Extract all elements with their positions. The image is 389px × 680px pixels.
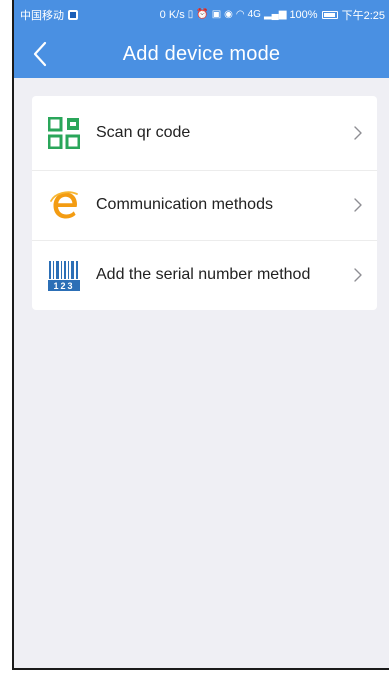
battery-percent: 100% [289,9,318,21]
app-screen: 中国移动 0 K/s ▯ ⏰ ▣ ◉ ◠ 4G ▂▄▆ 100% 下午2:25 [12,0,389,670]
page-title: Add device mode [122,42,281,65]
add-method-list: Scan qr code Communication methods 123 A… [32,96,377,310]
communication-methods-item[interactable]: Communication methods [32,170,377,240]
chevron-right-icon [354,198,362,212]
serial-number-method-item[interactable]: 123 Add the serial number method [32,240,377,310]
notification-icon [68,10,78,20]
scan-qr-code-label: Scan qr code [96,124,191,141]
signal-icon: ▂▄▆ [263,9,287,20]
carrier-name: 中国移动 [20,10,64,22]
vibrate-icon: ▯ [187,9,194,20]
chevron-right-icon [354,268,362,282]
eye-icon: ◉ [224,9,233,20]
network-speed: 0 K/s [159,9,185,21]
ie-browser-icon [46,187,82,223]
navigation-bar: Add device mode [14,30,389,78]
status-left: 中国移动 [20,7,78,23]
communication-methods-label: Communication methods [96,196,273,213]
svg-text:123: 123 [53,281,74,291]
hd-icon: ▣ [211,9,222,20]
scan-qr-code-item[interactable]: Scan qr code [32,96,377,170]
clock-time: 下午2:25 [341,10,385,22]
status-bar: 中国移动 0 K/s ▯ ⏰ ▣ ◉ ◠ 4G ▂▄▆ 100% 下午2:25 [14,0,389,30]
wifi-icon: ◠ [235,9,245,20]
back-button[interactable] [24,38,56,70]
device-frame: 中国移动 0 K/s ▯ ⏰ ▣ ◉ ◠ 4G ▂▄▆ 100% 下午2:25 [0,0,389,680]
chevron-left-icon [33,41,47,67]
alarm-icon: ⏰ [196,9,209,20]
serial-number-method-label: Add the serial number method [96,266,311,283]
status-right: 0 K/s ▯ ⏰ ▣ ◉ ◠ 4G ▂▄▆ 100% 下午2:25 [160,7,385,23]
network-type: 4G [247,9,261,20]
chevron-right-icon [354,126,362,140]
qr-code-icon [46,115,82,151]
battery-icon [321,11,338,19]
barcode-serial-icon: 123 [46,257,82,293]
